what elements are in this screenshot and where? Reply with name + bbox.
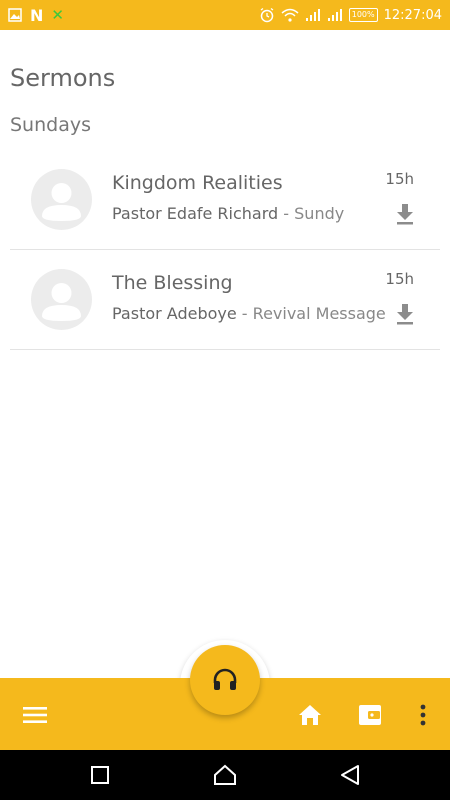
status-time: 12:27:04 xyxy=(383,7,442,23)
player-fab-button[interactable] xyxy=(190,645,260,715)
sermon-category: Revival Message xyxy=(252,304,386,323)
status-bar: N ✕ 100% 12:27:04 xyxy=(0,0,450,30)
sermon-time: 15h xyxy=(385,170,414,188)
status-notifications: N ✕ xyxy=(8,6,64,25)
avatar xyxy=(31,269,92,330)
download-icon[interactable] xyxy=(394,302,416,326)
recents-square-icon xyxy=(91,766,109,784)
sermon-pastor: Pastor Adeboye xyxy=(112,304,237,323)
sermon-separator: - xyxy=(278,204,295,223)
more-options-button[interactable] xyxy=(405,697,441,733)
system-home-button[interactable] xyxy=(212,762,238,788)
signal-icon-2 xyxy=(327,9,343,21)
home-icon xyxy=(299,705,321,725)
close-x-icon: ✕ xyxy=(51,6,64,24)
image-icon xyxy=(8,8,22,22)
person-icon xyxy=(42,183,81,221)
list-item[interactable]: Kingdom Realities Pastor Edafe Richard -… xyxy=(10,150,440,250)
alarm-icon xyxy=(259,7,275,23)
sermon-list: Kingdom Realities Pastor Edafe Richard -… xyxy=(10,150,440,350)
wallet-icon xyxy=(359,705,381,725)
sermon-category: Sundy xyxy=(294,204,345,223)
sermon-time: 15h xyxy=(385,270,414,288)
home-outline-icon xyxy=(214,764,236,785)
recents-button[interactable] xyxy=(87,762,113,788)
sermon-separator: - xyxy=(236,304,253,323)
sermon-title: The Blessing xyxy=(112,272,233,294)
download-icon[interactable] xyxy=(394,202,416,226)
back-button[interactable] xyxy=(337,762,363,788)
sermon-title: Kingdom Realities xyxy=(112,172,283,194)
sermon-subtitle: Pastor Edafe Richard - Sundy xyxy=(112,204,344,223)
back-triangle-icon xyxy=(341,765,359,785)
n-icon: N xyxy=(30,5,44,25)
person-icon xyxy=(42,283,81,321)
page-title: Sermons xyxy=(10,64,116,92)
status-system: 100% 12:27:04 xyxy=(259,7,442,23)
sermon-pastor: Pastor Edafe Richard xyxy=(112,204,279,223)
menu-icon xyxy=(23,707,47,723)
wallet-button[interactable] xyxy=(352,697,388,733)
battery-indicator: 100% xyxy=(348,8,378,22)
list-item[interactable]: The Blessing Pastor Adeboye - Revival Me… xyxy=(10,250,440,350)
more-vertical-icon xyxy=(420,704,426,726)
menu-button[interactable] xyxy=(17,697,53,733)
home-button[interactable] xyxy=(292,697,328,733)
signal-icon xyxy=(305,9,321,21)
sermon-subtitle: Pastor Adeboye - Revival Message xyxy=(112,304,386,323)
headphones-icon xyxy=(213,668,237,690)
avatar xyxy=(31,169,92,230)
wifi-icon xyxy=(281,8,299,22)
section-label: Sundays xyxy=(10,114,91,136)
android-navigation-bar xyxy=(0,750,450,800)
